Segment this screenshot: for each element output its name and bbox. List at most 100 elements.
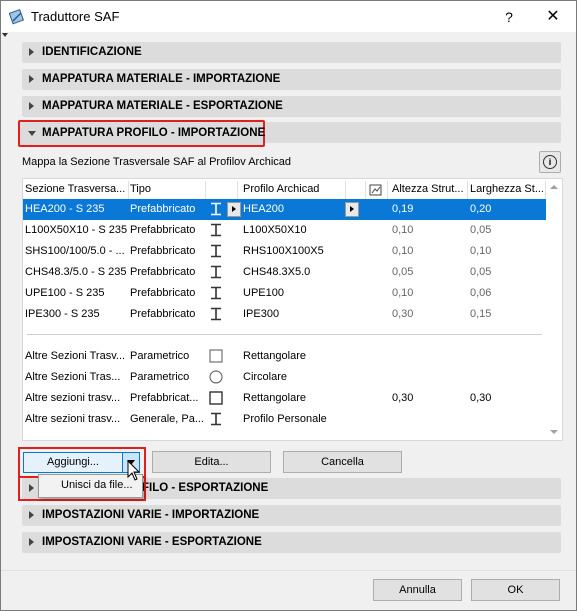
cell-width: 0,30 [470,392,492,404]
cell-height: 0,30 [392,308,414,320]
cell-type: Prefabbricato [130,224,196,236]
column-header-type[interactable]: Tipo [130,183,204,195]
cell-section: Altre Sezioni Tras... [25,371,121,383]
i-beam-icon [211,265,221,279]
saf-translator-dialog: Traduttore SAF ? ✕ IDENTIFICAZIONE MAPPA… [0,0,577,611]
cell-type: Parametrico [130,350,190,362]
i-beam-icon [211,412,221,426]
section-label: IMPOSTAZIONI VARIE - ESPORTAZIONE [42,536,262,548]
column-header-section[interactable]: Sezione Trasversa... [25,183,129,195]
mouse-cursor-icon [127,460,141,481]
i-beam-icon [211,307,221,321]
table-row[interactable]: IPE300 - S 235 Prefabbricato IPE300 0,30… [23,304,546,325]
delete-button[interactable]: Cancella [283,451,402,473]
chevron-right-icon [29,75,34,83]
cell-profile: HEA200 [243,203,284,215]
column-divider[interactable] [345,181,346,199]
info-button[interactable]: i [539,151,561,173]
cancel-button[interactable]: Annulla [373,579,462,601]
cell-height: 0,10 [392,245,414,257]
help-button[interactable]: ? [498,6,520,28]
cell-type: Prefabbricato [130,203,196,215]
column-divider[interactable] [387,181,388,199]
cell-width: 0,05 [470,266,492,278]
cell-section: CHS48.3/5.0 - S 235 [25,266,127,278]
select-profile-button[interactable] [345,202,359,217]
chevron-right-icon [29,511,34,519]
column-header-height[interactable]: Altezza Strut... [392,183,467,195]
cell-section: Altre sezioni trasv... [25,392,121,404]
section-misc-import[interactable]: IMPOSTAZIONI VARIE - IMPORTAZIONE [22,505,561,526]
cell-profile: IPE300 [243,308,280,320]
section-material-export[interactable]: MAPPATURA MATERIALE - ESPORTAZIONE [22,96,561,117]
table-row[interactable]: Altre Sezioni Tras... Parametrico Circol… [23,367,546,388]
table-row[interactable]: Altre Sezioni Trasv... Parametrico Retta… [23,346,546,367]
column-divider[interactable] [467,181,468,199]
rectangle-shape-icon [209,349,223,363]
cell-section: UPE100 - S 235 [25,287,105,299]
column-divider[interactable] [237,181,238,199]
cell-type: Generale, Pa... [130,413,204,425]
cell-profile: UPE100 [243,287,284,299]
column-divider[interactable] [205,181,206,199]
menu-item-merge-from-file[interactable]: Unisci da file... [61,479,133,491]
table-row[interactable]: HEA200 - S 235 Prefabbricato HEA200 0,19… [23,199,546,220]
cell-type: Prefabbricato [130,308,196,320]
chevron-right-icon [29,538,34,546]
cell-height: 0,30 [392,392,414,404]
scroll-down-arrow-icon[interactable] [550,430,558,434]
section-identificazione[interactable]: IDENTIFICAZIONE [22,42,561,63]
add-button[interactable]: Aggiungi... [23,452,123,473]
cell-width: 0,06 [470,287,492,299]
cell-type: Prefabbricato [130,245,196,257]
cell-profile: Profilo Personale [243,413,327,425]
i-beam-icon [211,223,221,237]
title-bar: Traduttore SAF ? ✕ [1,1,576,32]
column-header-width[interactable]: Larghezza St... [470,183,545,195]
cell-profile: CHS48.3X5.0 [243,266,311,278]
cell-profile: L100X50X10 [243,224,307,236]
column-header-profile[interactable]: Profilo Archicad [243,183,343,195]
section-label: FILO - ESPORTAZIONE [142,482,269,494]
select-profile-button[interactable] [227,202,241,217]
cell-type: Prefabbricat... [130,392,199,404]
table-row[interactable]: SHS100/100/5.0 - ... Prefabbricato RHS10… [23,241,546,262]
table-row[interactable]: L100X50X10 - S 235 Prefabbricato L100X50… [23,220,546,241]
chevron-right-icon [29,102,34,110]
column-divider[interactable] [128,181,129,199]
table-row[interactable]: Altre sezioni trasv... Prefabbricat... R… [23,388,546,409]
scroll-up-arrow-icon[interactable] [550,185,558,189]
edit-button[interactable]: Edita... [152,451,271,473]
cell-height: 0,19 [392,203,414,215]
cell-type: Parametrico [130,371,190,383]
table-row[interactable]: UPE100 - S 235 Prefabbricato UPE100 0,10… [23,283,546,304]
section-profile-import[interactable]: MAPPATURA PROFILO - IMPORTAZIONE [18,120,265,147]
section-label: IDENTIFICAZIONE [42,46,142,58]
section-material-import[interactable]: MAPPATURA MATERIALE - IMPORTAZIONE [22,69,561,90]
i-beam-icon [211,244,221,258]
circle-shape-icon [209,370,223,384]
profile-mapping-table: Sezione Trasversa... Tipo Profilo Archic… [22,178,563,441]
column-divider[interactable] [365,181,366,199]
rectangle-shape-icon [209,391,223,405]
table-row[interactable]: CHS48.3/5.0 - S 235 Prefabbricato CHS48.… [23,262,546,283]
corner-arrow-icon [2,33,8,37]
table-divider [27,334,542,335]
profile-preview-icon[interactable] [369,183,383,196]
table-row[interactable]: Altre sezioni trasv... Generale, Pa... P… [23,409,546,430]
info-icon: i [543,155,557,169]
column-divider[interactable] [545,181,546,199]
ok-button[interactable]: OK [471,579,560,601]
cell-profile: RHS100X100X5 [243,245,324,257]
cell-type: Prefabbricato [130,287,196,299]
cell-section: IPE300 - S 235 [25,308,100,320]
close-button[interactable]: ✕ [542,6,564,28]
cell-height: 0,10 [392,287,414,299]
section-misc-export[interactable]: IMPOSTAZIONI VARIE - ESPORTAZIONE [22,532,561,553]
window-title: Traduttore SAF [31,9,120,24]
i-beam-icon [211,202,221,216]
chevron-down-icon [28,131,36,136]
section-label: MAPPATURA PROFILO - IMPORTAZIONE [42,127,266,139]
cell-width: 0,15 [470,308,492,320]
footer-divider [1,570,576,571]
